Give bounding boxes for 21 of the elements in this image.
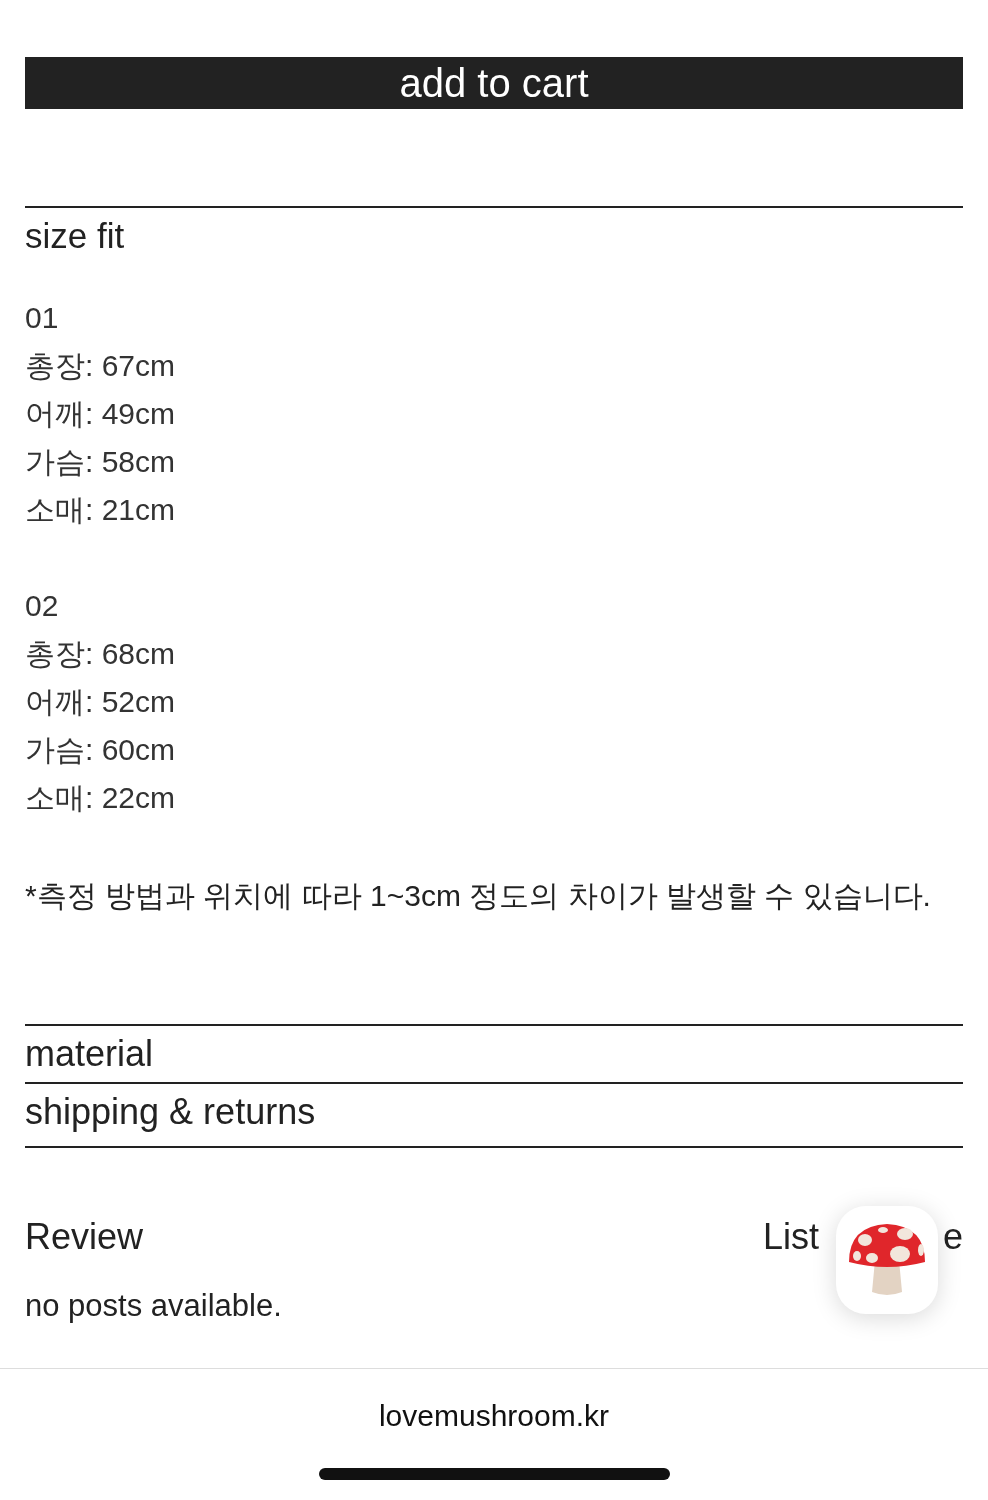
chat-button[interactable] [836, 1206, 938, 1314]
measurement-text: 소매: 21cm [25, 492, 176, 528]
measurement-note: *측정 방법과 위치에 따라 1~3cm 정도의 차이가 발생할 수 있습니다. [25, 878, 931, 914]
review-link[interactable]: e [942, 1216, 963, 1258]
measurement-text: 소매: 22cm [25, 780, 176, 816]
measurement-text: 어깨: 49cm [25, 396, 176, 432]
accordion-header[interactable]: shipping & returns [25, 1084, 316, 1140]
measurement-text: 어깨: 52cm [25, 684, 176, 720]
measurement-text: 가슴: 60cm [25, 732, 176, 768]
review-link[interactable]: List [762, 1216, 819, 1258]
section-title: size fit [25, 215, 125, 257]
size-label: 02 [25, 588, 59, 624]
empty-message: no posts available. [25, 1288, 282, 1324]
accordion-header[interactable]: material [25, 1026, 154, 1082]
measurement-text: 가슴: 58cm [25, 444, 176, 480]
review-title: Review [25, 1216, 144, 1258]
measurement-text: 총장: 67cm [25, 348, 176, 384]
add-to-cart-button[interactable]: add to cart [25, 57, 963, 109]
size-label: 01 [25, 300, 59, 336]
measurement-text: 총장: 68cm [25, 636, 176, 672]
site-domain: lovemushroom.kr [378, 1399, 610, 1433]
